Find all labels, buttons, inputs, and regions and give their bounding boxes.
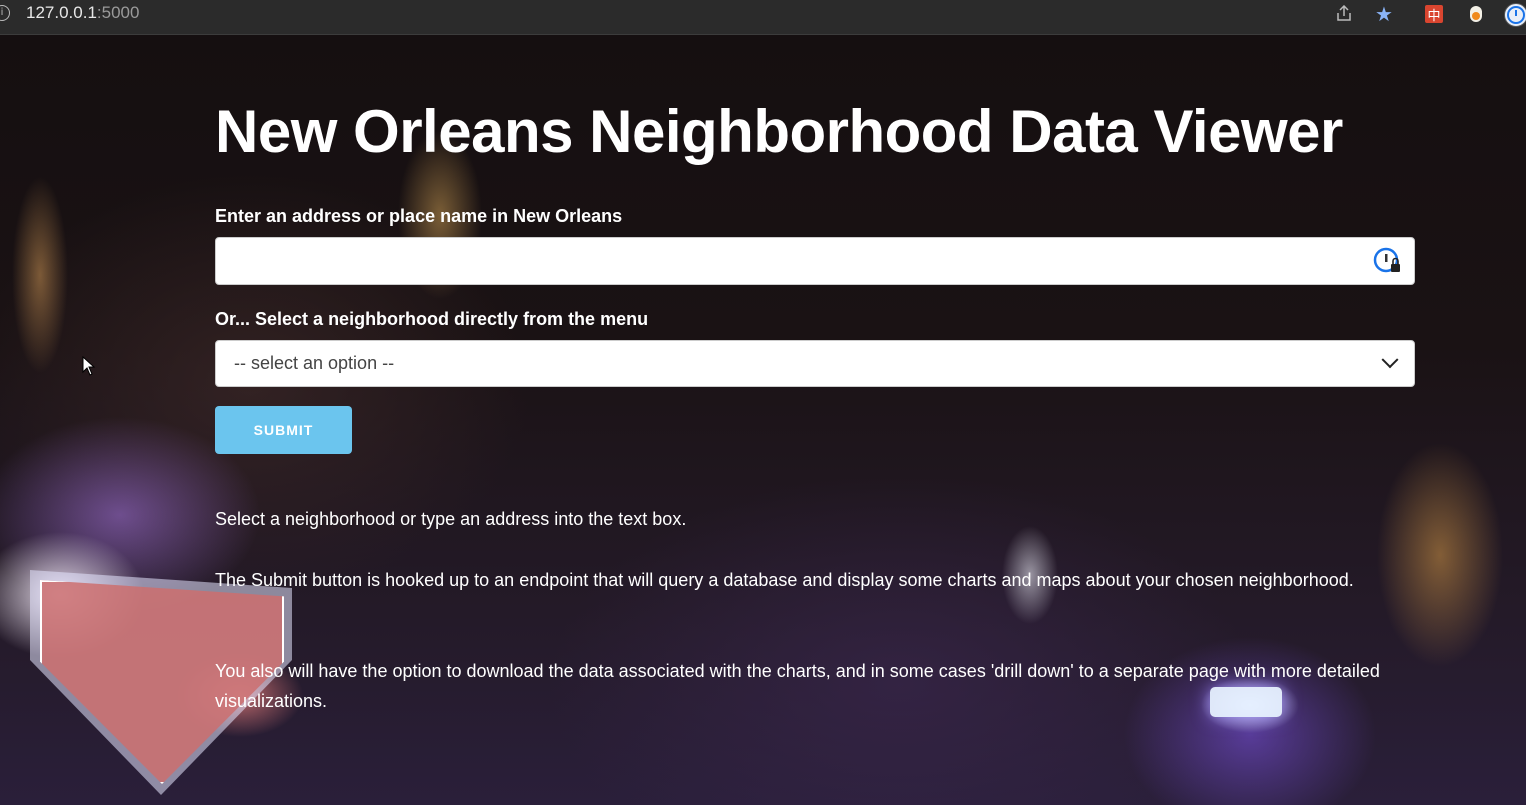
translate-icon[interactable]: 中 bbox=[1425, 5, 1443, 24]
password-manager-icon[interactable] bbox=[1373, 247, 1401, 275]
url-host: 127.0.0.1 bbox=[26, 3, 97, 22]
browser-toolbar: i 127.0.0.1:5000 ★ 中 bbox=[0, 0, 1526, 35]
address-input[interactable] bbox=[215, 237, 1415, 285]
address-label: Enter an address or place name in New Or… bbox=[215, 206, 623, 226]
instruction-paragraph: Select a neighborhood or type an address… bbox=[215, 509, 687, 529]
submit-button[interactable]: SUBMIT bbox=[215, 406, 352, 454]
chevron-down-icon bbox=[1381, 350, 1399, 368]
star-icon[interactable]: ★ bbox=[1374, 4, 1394, 26]
info-icon[interactable]: i bbox=[0, 5, 10, 21]
page-title: New Orleans Neighborhood Data Viewer bbox=[215, 98, 1343, 165]
share-icon[interactable] bbox=[1334, 4, 1354, 24]
neighborhood-select-value: -- select an option -- bbox=[234, 353, 395, 373]
neighborhood-select[interactable]: -- select an option -- bbox=[215, 340, 1415, 387]
instruction-paragraph: You also will have the option to downloa… bbox=[215, 661, 1380, 711]
instruction-paragraph: The Submit button is hooked up to an end… bbox=[215, 570, 1354, 590]
url-port: :5000 bbox=[96, 3, 140, 22]
extension-icon[interactable] bbox=[1466, 4, 1486, 24]
profile-icon[interactable] bbox=[1504, 3, 1526, 27]
neighborhood-select-label: Or... Select a neighborhood directly fro… bbox=[215, 309, 649, 329]
page-background: New Orleans Neighborhood Data Viewer Ent… bbox=[0, 35, 1526, 805]
address-bar[interactable]: 127.0.0.1:5000 bbox=[26, 3, 139, 23]
